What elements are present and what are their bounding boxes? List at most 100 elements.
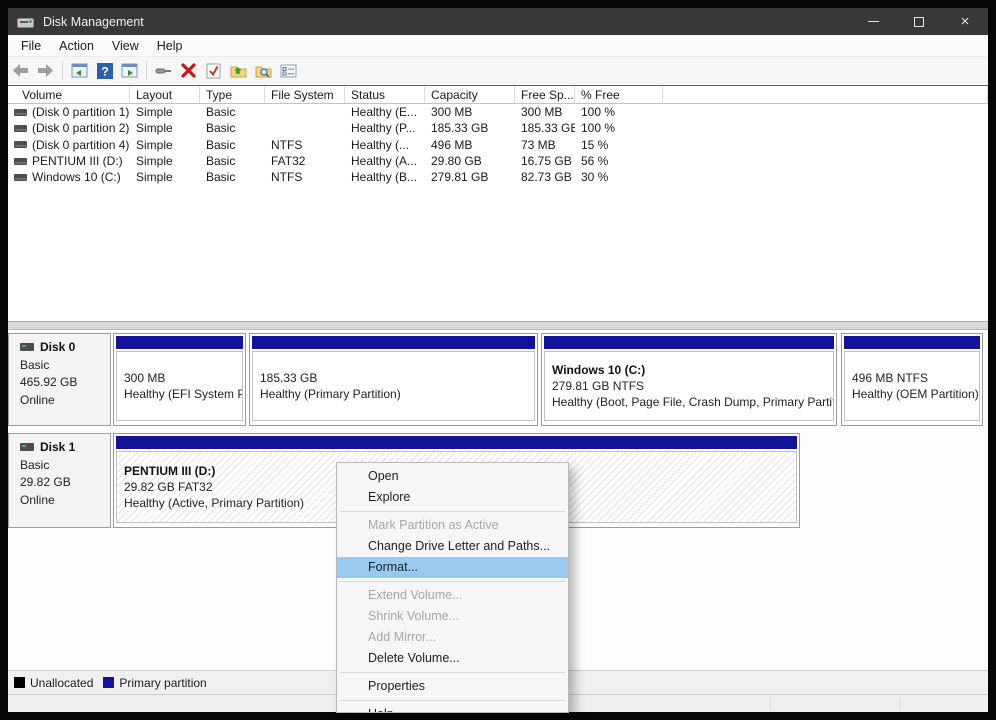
partition-status: Healthy (Boot, Page File, Crash Dump, Pr…: [552, 394, 833, 410]
context-menu-help[interactable]: Help: [337, 704, 568, 713]
column-header-volume[interactable]: Volume: [8, 86, 130, 103]
volume-list: Volume Layout Type File System Status Ca…: [8, 85, 988, 321]
disk-size: 465.92 GB: [20, 375, 110, 389]
volume-name: (Disk 0 partition 1): [32, 105, 129, 119]
disk1-panel[interactable]: Disk 1 Basic 29.82 GB Online: [8, 433, 111, 528]
mark-active-icon[interactable]: [202, 60, 225, 81]
menu-view[interactable]: View: [103, 35, 148, 56]
help-icon[interactable]: ?: [93, 60, 116, 81]
properties-icon[interactable]: [277, 60, 300, 81]
menu-action[interactable]: Action: [50, 35, 103, 56]
forward-arrow-icon[interactable]: [34, 60, 57, 81]
delete-icon[interactable]: [177, 60, 200, 81]
context-menu-separator: [339, 672, 566, 673]
explore-folder-icon[interactable]: [252, 60, 275, 81]
svg-text:?: ?: [101, 64, 108, 78]
volume-name: (Disk 0 partition 4): [32, 138, 129, 152]
context-menu-shrink-volume: Shrink Volume...: [337, 606, 568, 627]
minimize-button[interactable]: [850, 8, 896, 35]
back-arrow-icon[interactable]: [9, 60, 32, 81]
partition-size: 279.81 GB NTFS: [552, 378, 833, 394]
partition-efi[interactable]: 300 MB Healthy (EFI System Par: [113, 333, 246, 426]
partition-color-bar: [844, 336, 980, 349]
primary-partition-swatch: [103, 677, 114, 688]
table-row[interactable]: Windows 10 (C:) Simple Basic NTFS Health…: [8, 169, 988, 185]
disk-management-window: Disk Management × File Action View Help: [8, 8, 988, 712]
column-header-percent-free[interactable]: % Free: [575, 86, 663, 103]
partition-primary[interactable]: 185.33 GB Healthy (Primary Partition): [249, 333, 538, 426]
volume-icon: [14, 125, 27, 132]
disk-state: Online: [20, 393, 110, 407]
status-bar-divider: [899, 697, 900, 710]
column-header-file-system[interactable]: File System: [265, 86, 345, 103]
menu-bar: File Action View Help: [8, 35, 988, 57]
disk-label: Disk 0: [40, 340, 75, 354]
screwdriver-icon[interactable]: [152, 60, 175, 81]
partition-size: 300 MB: [124, 370, 242, 386]
disk0-row: Disk 0 Basic 465.92 GB Online 300 MB Hea…: [8, 333, 988, 426]
partition-status: Healthy (EFI System Par: [124, 386, 242, 402]
partition-name: Windows 10 (C:): [552, 362, 833, 378]
splitter-handle[interactable]: [8, 321, 988, 330]
partition-size: 185.33 GB: [260, 370, 534, 386]
partition-context-menu: Open Explore Mark Partition as Active Ch…: [336, 462, 569, 713]
column-header-type[interactable]: Type: [200, 86, 265, 103]
toolbar: ?: [8, 57, 988, 84]
partition-windows-c[interactable]: Windows 10 (C:) 279.81 GB NTFS Healthy (…: [541, 333, 837, 426]
partition-oem[interactable]: 496 MB NTFS Healthy (OEM Partition): [841, 333, 983, 426]
context-menu-format[interactable]: Format...: [337, 557, 568, 578]
table-row[interactable]: (Disk 0 partition 1) Simple Basic Health…: [8, 104, 988, 120]
table-row[interactable]: PENTIUM III (D:) Simple Basic FAT32 Heal…: [8, 153, 988, 169]
context-menu-separator: [339, 581, 566, 582]
context-menu-delete-volume[interactable]: Delete Volume...: [337, 648, 568, 669]
volume-icon: [14, 158, 27, 165]
toolbar-separator: [146, 61, 147, 80]
context-menu-open[interactable]: Open: [337, 466, 568, 487]
menu-help[interactable]: Help: [148, 35, 192, 56]
table-row[interactable]: (Disk 0 partition 2) Simple Basic Health…: [8, 120, 988, 136]
toolbar-separator: [62, 61, 63, 80]
context-menu-change-drive-letter[interactable]: Change Drive Letter and Paths...: [337, 536, 568, 557]
screen: Disk Management × File Action View Help: [0, 0, 996, 720]
maximize-button[interactable]: [896, 8, 942, 35]
disk0-panel[interactable]: Disk 0 Basic 465.92 GB Online: [8, 333, 111, 426]
partition-color-bar: [252, 336, 535, 349]
volume-icon: [14, 141, 27, 148]
open-folder-icon[interactable]: [227, 60, 250, 81]
legend-label-primary: Primary partition: [119, 676, 206, 690]
disk-state: Online: [20, 493, 110, 507]
volume-icon: [14, 109, 27, 116]
show-console-tree-icon[interactable]: [68, 60, 91, 81]
partition-color-bar: [116, 336, 243, 349]
disk-kind: Basic: [20, 358, 110, 372]
table-row[interactable]: (Disk 0 partition 4) Simple Basic NTFS H…: [8, 137, 988, 153]
menu-file[interactable]: File: [8, 35, 50, 56]
volume-name: Windows 10 (C:): [32, 170, 121, 184]
disk-label: Disk 1: [40, 440, 75, 454]
window-controls: ×: [850, 8, 988, 35]
show-action-pane-icon[interactable]: [118, 60, 141, 81]
close-button[interactable]: ×: [942, 8, 988, 35]
context-menu-explore[interactable]: Explore: [337, 487, 568, 508]
partition-color-bar: [116, 436, 797, 449]
volume-list-header: Volume Layout Type File System Status Ca…: [8, 86, 988, 104]
partition-size: 496 MB NTFS: [852, 370, 979, 386]
column-header-status[interactable]: Status: [345, 86, 425, 103]
unallocated-swatch: [14, 677, 25, 688]
column-header-free-space[interactable]: Free Sp...: [515, 86, 575, 103]
column-header-capacity[interactable]: Capacity: [425, 86, 515, 103]
context-menu-separator: [339, 700, 566, 701]
context-menu-add-mirror: Add Mirror...: [337, 627, 568, 648]
partition-status: Healthy (OEM Partition): [852, 386, 979, 402]
context-menu-properties[interactable]: Properties: [337, 676, 568, 697]
legend-label-unallocated: Unallocated: [30, 676, 93, 690]
volume-name: PENTIUM III (D:): [32, 154, 123, 168]
disk-icon: [20, 443, 34, 451]
title-bar: Disk Management ×: [8, 8, 988, 35]
disk-drive-app-icon: [17, 15, 35, 29]
volume-name: (Disk 0 partition 2): [32, 121, 129, 135]
context-menu-extend-volume: Extend Volume...: [337, 585, 568, 606]
column-header-layout[interactable]: Layout: [130, 86, 200, 103]
partition-status: Healthy (Primary Partition): [260, 386, 534, 402]
maximize-icon: [914, 17, 924, 27]
